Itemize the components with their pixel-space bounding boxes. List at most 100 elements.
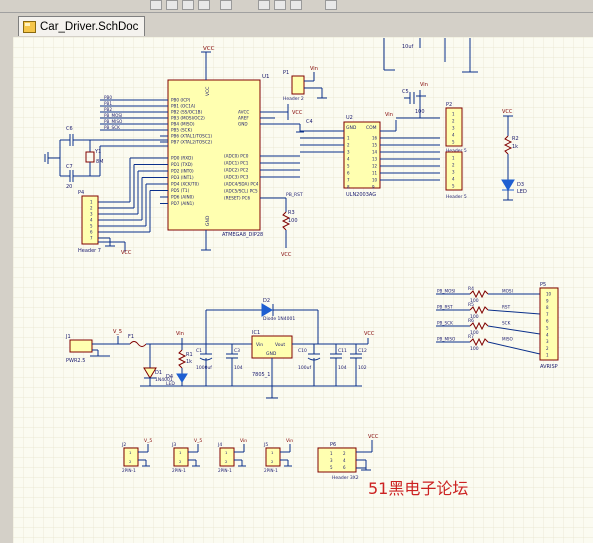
jumper-name: 2PIN-1 — [122, 468, 136, 473]
p2-ref: P2 — [446, 102, 452, 108]
isp-net-label: PB_MISO — [437, 337, 456, 342]
u2-vin-net: Vin — [385, 112, 393, 118]
u1-pd-pin-label: PD1 (TXD) — [171, 162, 193, 167]
u1-atmega8[interactable]: U1 ATMEGA8_DIP28 PB0 (ICP)PB1 (OC1A)PB2 … — [160, 74, 270, 238]
u1-pd-pin-label: PD6 (AIN0) — [171, 195, 194, 200]
capacitor-value: 1000uf — [196, 365, 212, 371]
capacitor-ref: C3 — [234, 348, 240, 354]
u1-pc-pin-label: (ADC1) PC1 — [224, 161, 249, 166]
jumper-name: 2PIN-1 — [172, 468, 186, 473]
u1-pb-pin-label: PB5 (SCK) — [171, 128, 192, 133]
paste-icon[interactable] — [290, 0, 302, 10]
delete-icon[interactable] — [325, 0, 337, 10]
ps-vin-net: Vin — [176, 331, 184, 337]
u1-pc-pin-label: (ADC2) PC2 — [224, 168, 249, 173]
j1-name: PWR2.5 — [66, 358, 85, 364]
p3-name: Header 5 — [446, 194, 467, 200]
capacitor-ref: C12 — [358, 348, 367, 354]
u2-com-label: COM — [366, 125, 377, 131]
u1-vcc-right: VCC — [292, 110, 303, 116]
capacitor-value: 104 — [234, 365, 243, 371]
d2-ref: D2 — [263, 298, 270, 304]
cut-icon[interactable] — [258, 0, 270, 10]
v5-net: V_5 — [113, 329, 122, 335]
u2-uln2003[interactable]: U2 GND COM ULN2003AG 1 162 153 144 135 126 117… — [343, 115, 381, 198]
p5-pin-number: 10 — [546, 292, 552, 297]
u2-name: ULN2003AG — [346, 192, 376, 198]
schematic-svg[interactable]: 10uf U1 ATMEGA8_DIP28 PB0 (ICP)PB1 (OC1A… — [13, 37, 593, 543]
jumper-ref: J2 — [121, 442, 126, 448]
isp-net-label: PB_MOSI — [437, 289, 455, 294]
ic1-vout-pin: Vout — [275, 342, 285, 348]
p4-vcc-net: VCC — [121, 250, 132, 256]
c4-ref: C4 — [306, 119, 313, 125]
isp-resistor-value: 100 — [470, 346, 479, 352]
p5-name: AVRISP — [540, 364, 558, 370]
u2-pin-number: 15 — [372, 143, 378, 148]
pb-net-label: PB2 — [104, 107, 112, 112]
capacitor-value: 102 — [358, 365, 367, 371]
p1-vin-net: Vin — [310, 66, 318, 72]
u1-pc-pin-label: (ADC4/SDA) PC4 — [224, 182, 259, 187]
u1-pc-pin-label: (ADC5/SCL) PC5 — [224, 189, 258, 194]
u2-pin-number: 16 — [372, 136, 378, 141]
toolbar — [0, 0, 593, 13]
r2-ref: R2 — [512, 136, 519, 142]
isp-signal-label: MISO — [502, 337, 514, 342]
r3-vcc-net: VCC — [281, 252, 292, 258]
u1-pb-pin-label: PB7 (XTAL2/TOSC2) — [171, 140, 212, 145]
new-icon[interactable] — [150, 0, 162, 10]
save-icon[interactable] — [182, 0, 194, 10]
isp-signal-label: RST — [502, 305, 511, 310]
tab-label: Car_Driver.SchDoc — [40, 20, 139, 33]
u1-vcc-pin-label: VCC — [205, 87, 211, 96]
p1-body — [291, 75, 305, 95]
u1-power-pin-label: AVCC — [238, 110, 249, 115]
capacitor-ref: C11 — [338, 348, 347, 354]
u2-pin-number: 10 — [372, 178, 378, 183]
print-icon[interactable] — [198, 0, 210, 10]
c6-ref: C6 — [66, 126, 73, 132]
jumper-name: 2PIN-1 — [264, 468, 278, 473]
f1-ref: F1 — [128, 334, 134, 340]
c7-ref: C7 — [66, 164, 73, 170]
tab-car-driver[interactable]: Car_Driver.SchDoc — [18, 16, 146, 36]
u1-power-pin-label: AREF — [238, 116, 249, 121]
isp-net-label: PB_RST — [437, 305, 453, 310]
p4-ref: P4 — [78, 190, 84, 196]
jumper-net-label: V_5 — [194, 438, 202, 444]
capacitor-ref: C1 — [196, 348, 202, 354]
u1-pd-pin-label: PD0 (RXD) — [171, 156, 193, 161]
u1-ref: U1 — [262, 74, 270, 80]
u1-pb-pin-label: PB6 (XTAL1/TOSC1) — [171, 134, 212, 139]
zoom-icon[interactable] — [220, 0, 232, 10]
u1-pb-pin-label: PB3 (MOSI/OC2) — [171, 116, 205, 121]
ic1-ref: IC1 — [252, 330, 260, 336]
u1-pc-pin-label: (ADC3) PC3 — [224, 175, 249, 180]
schematic-canvas[interactable]: 10uf U1 ATMEGA8_DIP28 PB0 (ICP) PB1 (OC1A… — [13, 37, 593, 543]
isp-resistor-ref: R6 — [468, 318, 474, 324]
r3-value: 100 — [288, 218, 298, 224]
jumper-ref: J4 — [217, 442, 222, 448]
u2-gnd-label: GND — [346, 125, 357, 131]
capacitor-value: 104 — [338, 365, 347, 371]
isp-resistor-ref: R5 — [468, 302, 474, 308]
u1-pb-pin-label: PB4 (MISO) — [171, 122, 195, 127]
d3-name: LED — [517, 189, 527, 195]
copy-icon[interactable] — [274, 0, 286, 10]
p5-avrisp[interactable]: 10987654321 P5 AVRISP — [539, 282, 559, 370]
open-icon[interactable] — [166, 0, 178, 10]
u1-pd-pin-label: PD7 (AIN1) — [171, 201, 194, 206]
u1-pd-pin-label: PD5 (T1) — [171, 188, 190, 193]
u1-pd-pin-label: PD4 (XCK/T0) — [171, 182, 199, 187]
u1-pc-pin-label: (ADC0) PC0 — [224, 154, 249, 159]
u1-gnd-pin-label: GND — [205, 215, 211, 226]
u2-pin-number: 11 — [372, 171, 378, 176]
u1-rst-net: PB_RST — [286, 192, 303, 198]
r1-value: 1k — [186, 359, 192, 365]
p6-name: Header 3X2 — [332, 475, 359, 481]
c5-ref: C5 — [402, 89, 409, 95]
d4-name: LED — [166, 381, 175, 387]
ic1-name: 7805_1 — [252, 372, 270, 378]
p4-name: Header 7 — [78, 248, 101, 254]
